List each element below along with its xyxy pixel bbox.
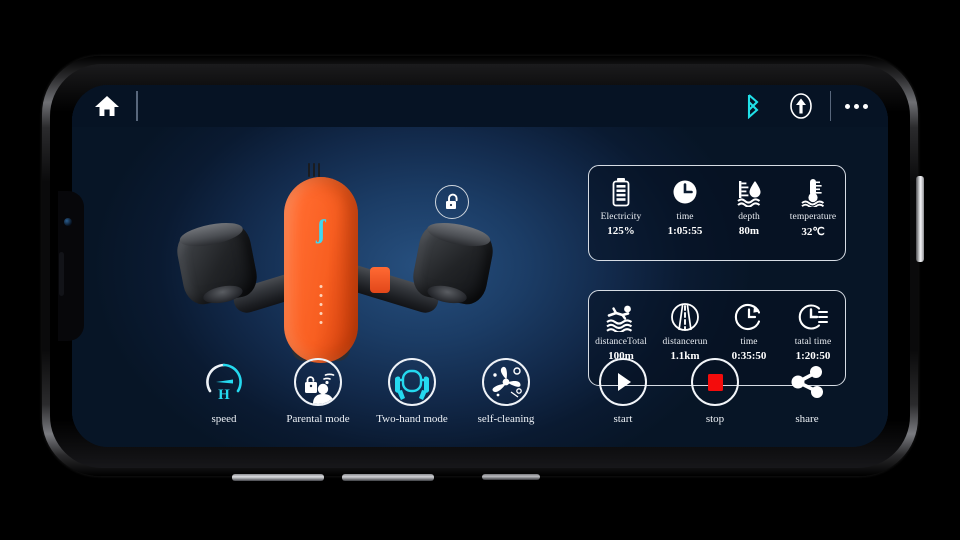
- stop-icon: [691, 358, 739, 406]
- more-dot: [845, 103, 850, 109]
- telemetry-cell-electricity: Electricity 125%: [589, 166, 653, 260]
- mode-button-parental[interactable]: Parental mode: [284, 358, 352, 425]
- cell-label: depth: [738, 212, 760, 222]
- two-hand-icon: [388, 358, 436, 406]
- led-dot: [319, 303, 323, 306]
- led-dot: [319, 285, 323, 288]
- mode-button-two-hand[interactable]: Two-hand mode: [376, 358, 448, 425]
- clock-icon: [671, 175, 699, 209]
- cell-label: temperature: [789, 212, 837, 222]
- propeller-icon: [482, 358, 530, 406]
- app-screen: ʃ Electricity 125% time 1:05:55 depth 80…: [72, 85, 888, 447]
- start-button[interactable]: start: [594, 358, 652, 425]
- antenna: [308, 163, 310, 177]
- bluetooth-icon: [742, 93, 764, 119]
- water-depth-icon: [734, 175, 764, 209]
- mode-label: speed: [211, 413, 237, 425]
- antenna: [313, 163, 315, 177]
- swimmer-icon: [605, 300, 637, 334]
- cell-label: distanceTotal: [595, 337, 647, 347]
- cell-value: 1:05:55: [667, 225, 703, 237]
- scooter-brand-logo: ʃ: [317, 215, 325, 244]
- phone-frame: ʃ Electricity 125% time 1:05:55 depth 80…: [42, 56, 924, 481]
- telemetry-panel: Electricity 125% time 1:05:55 depth 80m …: [588, 165, 846, 261]
- action-label: start: [613, 413, 633, 425]
- unlock-padlock-icon[interactable]: [435, 185, 469, 219]
- cell-value: 80m: [738, 225, 760, 237]
- thruster-pod-right: [409, 218, 497, 308]
- cell-label: Electricity: [600, 212, 642, 222]
- more-dot: [854, 103, 859, 109]
- mode-button-speed[interactable]: H speed: [190, 358, 258, 425]
- cell-label: tatal time: [794, 337, 832, 347]
- sea-scooter-illustration: ʃ: [173, 163, 497, 378]
- clock-lines-icon: [797, 300, 829, 334]
- cell-label: distancerun: [662, 337, 708, 347]
- mode-button-row: H speed Parental mode Two-hand mode self…: [190, 358, 540, 425]
- top-bar-divider-right: [829, 91, 831, 121]
- action-label: share: [795, 413, 819, 425]
- pod-cap: [425, 218, 493, 251]
- mode-label: Two-hand mode: [376, 413, 448, 425]
- scooter-led-dots: [319, 285, 323, 324]
- volume-down-button[interactable]: [342, 474, 434, 481]
- mode-button-self-cleaning[interactable]: self-cleaning: [472, 358, 540, 425]
- top-bar-divider-left: [136, 91, 138, 121]
- mute-switch[interactable]: [482, 474, 540, 480]
- led-dot: [319, 294, 323, 297]
- cell-value: 125%: [607, 225, 635, 237]
- action-label: stop: [705, 413, 725, 425]
- power-button[interactable]: [916, 176, 924, 262]
- parental-lock-icon: [294, 358, 342, 406]
- play-icon: [599, 358, 647, 406]
- thruster-pod-left: [173, 218, 261, 308]
- home-icon[interactable]: [92, 91, 122, 121]
- share-button[interactable]: share: [778, 358, 836, 425]
- share-icon: [783, 358, 831, 406]
- thermometer-icon: [799, 175, 827, 209]
- battery-icon: [610, 175, 632, 209]
- phone-inner-bezel: ʃ Electricity 125% time 1:05:55 depth 80…: [50, 64, 910, 468]
- cell-label: time: [740, 337, 758, 347]
- telemetry-cell-time: time 1:05:55: [653, 166, 717, 260]
- clock-reset-icon: [734, 300, 764, 334]
- led-dot: [319, 321, 323, 324]
- pod-cap: [177, 218, 245, 251]
- more-dots-icon[interactable]: [845, 103, 868, 109]
- led-dot: [319, 312, 323, 315]
- mode-label: self-cleaning: [477, 413, 535, 425]
- svg-text:H: H: [218, 387, 230, 403]
- app-top-bar: [72, 85, 888, 127]
- scooter-trigger-right: [370, 267, 390, 293]
- cell-label: time: [676, 212, 694, 222]
- stop-button[interactable]: stop: [686, 358, 744, 425]
- scooter-body: ʃ: [284, 177, 358, 363]
- speedometer-icon: H: [200, 358, 248, 406]
- telemetry-cell-depth: depth 80m: [717, 166, 781, 260]
- cell-value: 32℃: [801, 226, 825, 238]
- more-dot: [863, 103, 868, 109]
- road-icon: [670, 300, 700, 334]
- scooter-antennas: [308, 163, 320, 177]
- front-camera: [64, 217, 72, 226]
- earpiece-speaker: [59, 252, 64, 297]
- action-button-row: start stop share: [594, 358, 836, 425]
- arrow-up-circle-icon[interactable]: [786, 91, 816, 121]
- mode-label: Parental mode: [286, 413, 350, 425]
- telemetry-cell-temperature: temperature 32℃: [781, 166, 845, 260]
- volume-up-button[interactable]: [232, 474, 324, 481]
- antenna: [318, 163, 320, 177]
